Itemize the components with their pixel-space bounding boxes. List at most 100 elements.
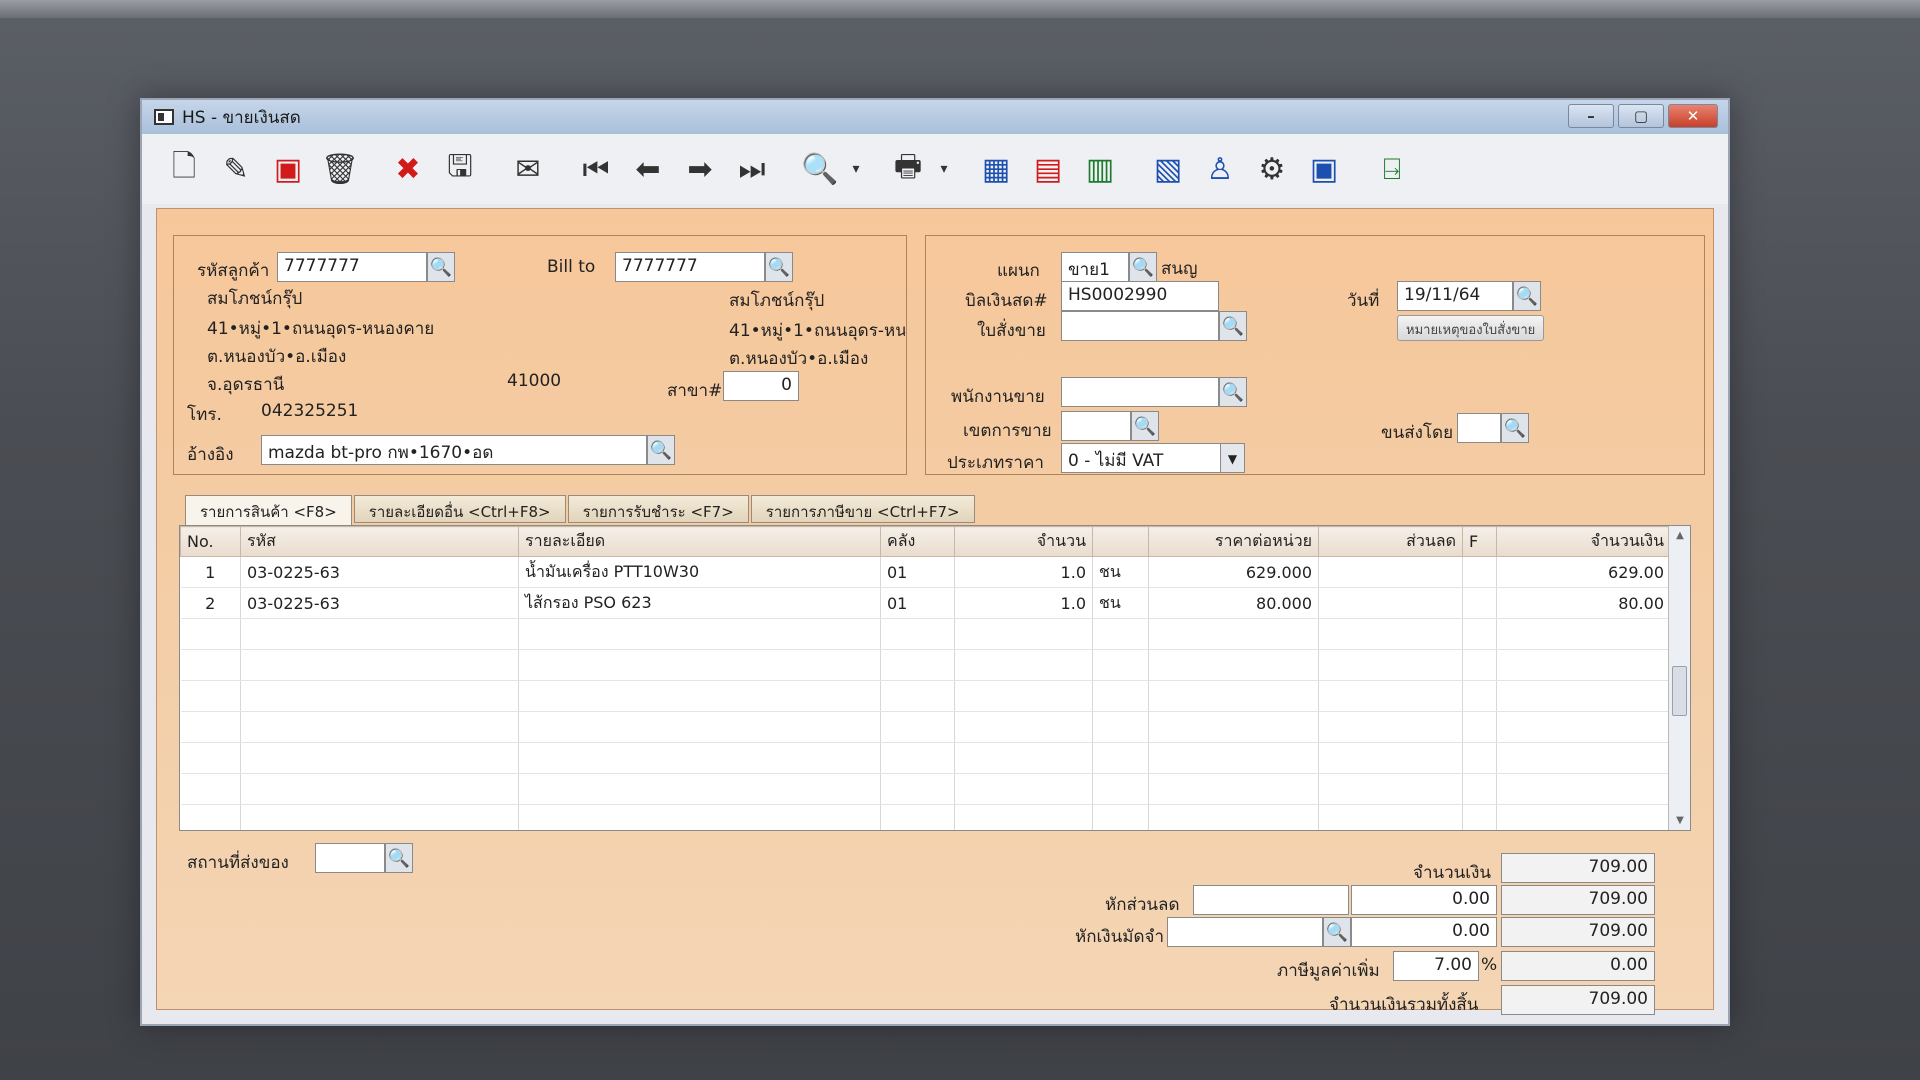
discount-amount-field[interactable]: 0.00 bbox=[1351, 885, 1497, 915]
col-quantity[interactable]: จำนวน bbox=[954, 526, 1093, 557]
maximize-button[interactable]: ▢ bbox=[1618, 104, 1664, 128]
exit-icon[interactable]: ⍈ bbox=[1368, 145, 1416, 193]
billto-search-icon[interactable]: 🔍 bbox=[765, 252, 793, 282]
chevron-down-icon[interactable]: ▼ bbox=[1220, 444, 1244, 472]
delete-trash-icon[interactable]: 🗑 bbox=[316, 145, 364, 193]
sales-area-field[interactable] bbox=[1061, 411, 1131, 441]
reference-field[interactable]: mazda bt-pro กพ•1670•อด bbox=[261, 435, 647, 465]
table-row-empty[interactable] bbox=[180, 773, 1671, 805]
cell-description[interactable]: น้ำมันเครื่อง PTT10W30 bbox=[518, 556, 881, 588]
approve-user-icon[interactable]: ♙ bbox=[1196, 145, 1244, 193]
table-row[interactable]: 2 03-0225-63 ไส้กรอง PSO 623 01 1.0 ชน 8… bbox=[180, 587, 1671, 619]
cell-quantity[interactable]: 1.0 bbox=[954, 587, 1093, 619]
col-unit[interactable] bbox=[1092, 526, 1149, 557]
salesman-search-icon[interactable]: 🔍 bbox=[1219, 377, 1247, 407]
cell-code[interactable]: 03-0225-63 bbox=[240, 556, 519, 588]
cell-f[interactable] bbox=[1462, 556, 1497, 588]
department-search-icon[interactable]: 🔍 bbox=[1129, 252, 1157, 282]
cell-f[interactable] bbox=[1462, 587, 1497, 619]
billto-code-field[interactable]: 7777777 bbox=[615, 252, 765, 282]
delivery-place-field[interactable] bbox=[315, 843, 385, 873]
cell-discount[interactable] bbox=[1318, 587, 1463, 619]
col-warehouse[interactable]: คลัง bbox=[880, 526, 955, 557]
cell-no[interactable]: 1 bbox=[180, 556, 241, 588]
calculator-icon[interactable]: ▦ bbox=[972, 145, 1020, 193]
date-picker-icon[interactable]: 🔍 bbox=[1513, 281, 1541, 311]
shipping-search-icon[interactable]: 🔍 bbox=[1501, 413, 1529, 443]
department-field[interactable]: ขาย1 bbox=[1061, 252, 1129, 282]
new-document-icon[interactable]: 🗋 bbox=[160, 145, 208, 193]
close-window-button[interactable]: ✕ bbox=[1668, 104, 1718, 128]
tab-payments[interactable]: รายการรับชำระ <F7> bbox=[567, 495, 749, 523]
first-record-icon[interactable]: ⏮ bbox=[572, 145, 620, 193]
col-unit-price[interactable]: ราคาต่อหน่วย bbox=[1148, 526, 1319, 557]
find-dropdown-icon[interactable]: ▾ bbox=[848, 145, 864, 193]
cell-unit-price[interactable]: 80.000 bbox=[1148, 587, 1319, 619]
cell-amount[interactable]: 80.00 bbox=[1496, 587, 1671, 619]
cell-discount[interactable] bbox=[1318, 556, 1463, 588]
cell-warehouse[interactable]: 01 bbox=[880, 556, 955, 588]
table-row-empty[interactable] bbox=[180, 618, 1671, 650]
print-dropdown-icon[interactable]: ▾ bbox=[936, 145, 952, 193]
cell-quantity[interactable]: 1.0 bbox=[954, 556, 1093, 588]
cell-unit[interactable]: ชน bbox=[1092, 556, 1149, 588]
sales-order-field[interactable] bbox=[1061, 311, 1219, 341]
table-row-empty[interactable] bbox=[180, 804, 1671, 830]
cell-warehouse[interactable]: 01 bbox=[880, 587, 955, 619]
calendar-icon[interactable]: ▧ bbox=[1144, 145, 1192, 193]
grid-scrollbar[interactable]: ▲ ▼ bbox=[1668, 526, 1690, 830]
tab-items[interactable]: รายการสินค้า <F8> bbox=[185, 495, 352, 525]
money-icon[interactable]: ✉ bbox=[504, 145, 552, 193]
minimize-button[interactable]: – bbox=[1568, 104, 1614, 128]
table-row-empty[interactable] bbox=[180, 680, 1671, 712]
bill-number-field[interactable]: HS0002990 bbox=[1061, 281, 1219, 311]
register-icon[interactable]: ▤ bbox=[1024, 145, 1072, 193]
col-description[interactable]: รายละเอียด bbox=[518, 526, 881, 557]
cell-amount[interactable]: 629.00 bbox=[1496, 556, 1671, 588]
print-icon[interactable]: 🖶 bbox=[884, 145, 932, 193]
date-field[interactable]: 19/11/64 bbox=[1397, 281, 1513, 311]
void-icon[interactable]: ▣ bbox=[264, 145, 312, 193]
cell-code[interactable]: 03-0225-63 bbox=[240, 587, 519, 619]
cell-description[interactable]: ไส้กรอง PSO 623 bbox=[518, 587, 881, 619]
table-row[interactable]: 1 03-0225-63 น้ำมันเครื่อง PTT10W30 01 1… bbox=[180, 556, 1671, 588]
price-type-select[interactable]: 0 - ไม่มี VAT ▼ bbox=[1061, 443, 1245, 473]
find-icon[interactable]: 🔍 bbox=[796, 145, 844, 193]
cancel-icon[interactable]: ✖ bbox=[384, 145, 432, 193]
vat-rate-field[interactable]: 7.00 bbox=[1393, 951, 1479, 981]
customer-search-icon[interactable]: 🔍 bbox=[427, 252, 455, 282]
table-row-empty[interactable] bbox=[180, 649, 1671, 681]
sales-order-search-icon[interactable]: 🔍 bbox=[1219, 311, 1247, 341]
cell-unit-price[interactable]: 629.000 bbox=[1148, 556, 1319, 588]
table-row-empty[interactable] bbox=[180, 711, 1671, 743]
reference-search-icon[interactable]: 🔍 bbox=[647, 435, 675, 465]
scroll-thumb[interactable] bbox=[1672, 666, 1687, 716]
edit-icon[interactable]: ✎ bbox=[212, 145, 260, 193]
tab-sales-tax[interactable]: รายการภาษีขาย <Ctrl+F7> bbox=[750, 495, 975, 523]
col-code[interactable]: รหัส bbox=[240, 526, 519, 557]
branch-field[interactable]: 0 bbox=[723, 371, 799, 401]
col-amount[interactable]: จำนวนเงิน bbox=[1496, 526, 1671, 557]
table-row-empty[interactable] bbox=[180, 742, 1671, 774]
report-icon[interactable]: ▥ bbox=[1076, 145, 1124, 193]
deposit-text-field[interactable] bbox=[1167, 917, 1323, 947]
customer-code-field[interactable]: 7777777 bbox=[277, 252, 427, 282]
save-icon[interactable]: 🖫 bbox=[436, 145, 484, 193]
items-grid[interactable]: No. รหัส รายละเอียด คลัง จำนวน ราคาต่อหน… bbox=[179, 525, 1691, 831]
deposit-amount-field[interactable]: 0.00 bbox=[1351, 917, 1497, 947]
sales-area-search-icon[interactable]: 🔍 bbox=[1131, 411, 1159, 441]
scroll-down-icon[interactable]: ▼ bbox=[1669, 815, 1690, 826]
salesman-field[interactable] bbox=[1061, 377, 1219, 407]
approve-document-icon[interactable]: ▣ bbox=[1300, 145, 1348, 193]
previous-record-icon[interactable]: ⬅ bbox=[624, 145, 672, 193]
scroll-up-icon[interactable]: ▲ bbox=[1669, 530, 1690, 541]
tab-other-details[interactable]: รายละเอียดอื่น <Ctrl+F8> bbox=[353, 495, 566, 523]
last-record-icon[interactable]: ⏭ bbox=[728, 145, 776, 193]
col-f[interactable]: F bbox=[1462, 526, 1497, 557]
approve-stamp-icon[interactable]: ⚙ bbox=[1248, 145, 1296, 193]
col-no[interactable]: No. bbox=[180, 526, 241, 557]
shipping-field[interactable] bbox=[1457, 413, 1501, 443]
cell-unit[interactable]: ชน bbox=[1092, 587, 1149, 619]
cell-no[interactable]: 2 bbox=[180, 587, 241, 619]
delivery-place-search-icon[interactable]: 🔍 bbox=[385, 843, 413, 873]
